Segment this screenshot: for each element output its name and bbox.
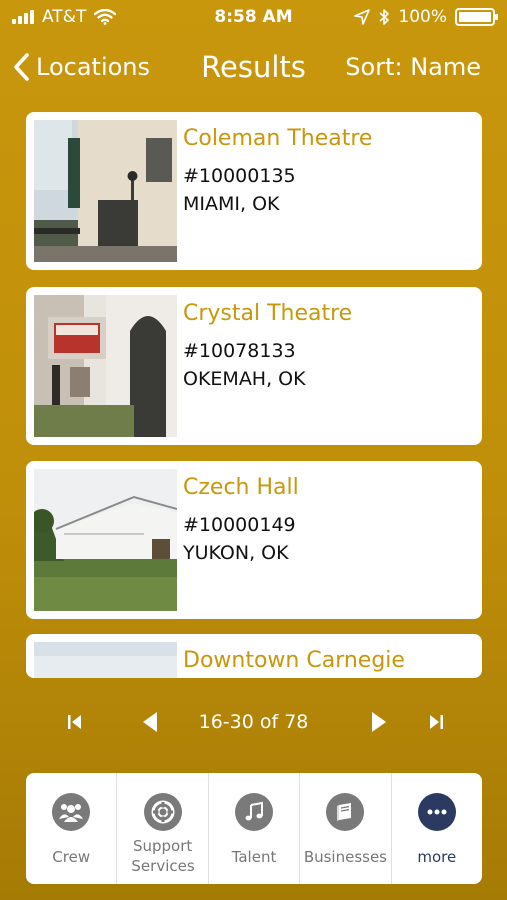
tab-support-services[interactable]: Support Services (117, 773, 209, 884)
book-icon (326, 793, 365, 831)
result-card-text: Crystal Theatre #10078133 OKEMAH, OK (183, 299, 472, 393)
tab-bar: Crew Support Services Talent Businesses … (26, 773, 482, 884)
crew-icon (52, 793, 91, 831)
tab-label: Businesses (303, 848, 388, 866)
chevron-left-icon (14, 53, 29, 81)
result-card[interactable]: Czech Hall #10000149 YUKON, OK (26, 461, 482, 619)
nav-bar: Locations Results Sort: Name (0, 40, 507, 96)
tab-more[interactable]: more (392, 773, 482, 884)
location-number: #10000135 (183, 165, 296, 187)
tab-label: Support Services (131, 837, 195, 875)
battery-fill (459, 12, 491, 22)
result-card[interactable]: Coleman Theatre #10000135 MIAMI, OK (26, 112, 482, 270)
bluetooth-icon (379, 9, 390, 25)
battery-icon (455, 8, 498, 26)
status-bar: AT&T 8:58 AM 100% (0, 0, 507, 36)
result-card[interactable]: Crystal Theatre #10078133 OKEMAH, OK (26, 287, 482, 445)
next-page-icon[interactable] (367, 710, 391, 734)
location-photo (34, 120, 177, 262)
result-card[interactable]: Downtown Carnegie (26, 634, 482, 678)
tab-crew[interactable]: Crew (26, 773, 118, 884)
location-arrow-icon (354, 9, 371, 25)
tab-label: Talent (231, 848, 277, 866)
location-photo (34, 295, 177, 437)
location-number: #10078133 (183, 340, 296, 362)
location-number: #10000149 (183, 514, 296, 536)
location-photo (34, 469, 177, 611)
location-name: Downtown Carnegie (183, 648, 405, 673)
back-label: Locations (36, 53, 151, 81)
battery-percent: 100% (398, 7, 447, 27)
music-note-icon (235, 793, 274, 831)
status-right: 100% (354, 7, 498, 27)
sort-button[interactable]: Sort: Name (345, 53, 481, 81)
location-name: Coleman Theatre (183, 126, 373, 151)
result-card-text: Czech Hall #10000149 YUKON, OK (183, 473, 472, 567)
last-page-icon[interactable] (424, 710, 448, 734)
location-name: Crystal Theatre (183, 301, 353, 326)
location-city: OKEMAH, OK (183, 368, 306, 390)
tab-label: more (417, 848, 457, 866)
tab-businesses[interactable]: Businesses (300, 773, 392, 884)
more-icon (417, 793, 456, 831)
tab-label: Crew (52, 848, 91, 866)
back-button[interactable]: Locations (12, 52, 150, 82)
pagination: 16-30 of 78 (0, 700, 507, 744)
result-card-text: Coleman Theatre #10000135 MIAMI, OK (183, 124, 472, 218)
result-card-text: Downtown Carnegie (183, 646, 472, 676)
location-photo (34, 642, 177, 678)
location-city: YUKON, OK (183, 542, 289, 564)
tab-talent[interactable]: Talent (209, 773, 301, 884)
support-icon (143, 793, 182, 831)
location-city: MIAMI, OK (183, 193, 280, 215)
location-name: Czech Hall (183, 475, 299, 500)
